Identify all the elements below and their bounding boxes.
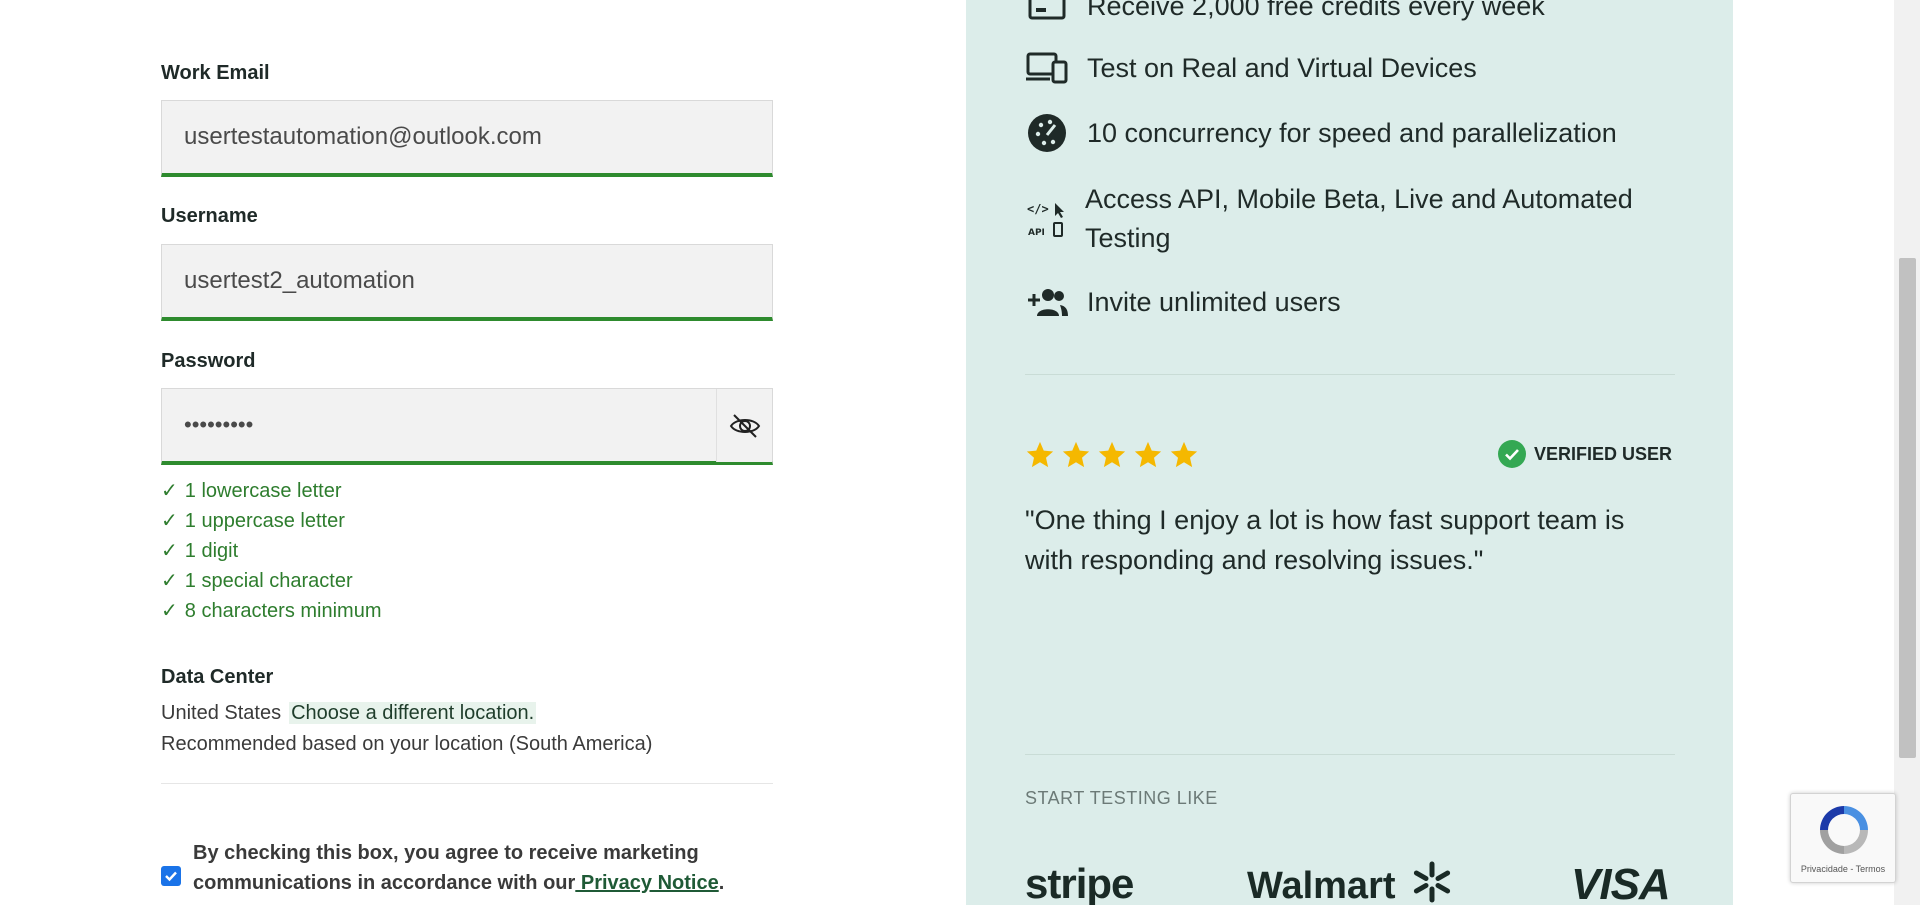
add-users-icon: [1025, 282, 1069, 322]
check-icon: ✓: [161, 540, 178, 562]
testimonial-quote: "One thing I enjoy a lot is how fast sup…: [1025, 505, 1625, 575]
toggle-password-visibility-button[interactable]: [716, 389, 772, 462]
credits-icon: [1025, 0, 1069, 26]
check-icon: ✓: [161, 510, 178, 532]
api-automation-icon: </> API: [1025, 180, 1069, 260]
scrollbar-thumb[interactable]: [1899, 258, 1916, 758]
email-field[interactable]: usertestautomation@outlook.com: [161, 100, 773, 177]
star-icon: [1170, 441, 1198, 468]
rule-item: ✓ 1 special character: [161, 570, 353, 592]
start-testing-label: START TESTING LIKE: [1025, 788, 1218, 808]
data-center-recommendation: Recommended based on your location (Sout…: [161, 733, 653, 755]
choose-location-link[interactable]: Choose a different location.: [289, 702, 537, 724]
recaptcha-footer[interactable]: Privacidade - Termos: [1791, 864, 1895, 874]
marketing-consent-checkbox[interactable]: [161, 866, 181, 886]
password-value: •••••••••: [184, 412, 254, 437]
benefit-item: </> API Access API, Mobile Beta, Live and…: [1025, 180, 1665, 260]
svg-text:</>: </>: [1027, 202, 1049, 216]
visa-logo: VISA: [1571, 860, 1671, 905]
benefit-item: Test on Real and Virtual Devices: [1025, 48, 1477, 88]
panel-divider: [1025, 754, 1675, 755]
recaptcha-icon: [1820, 806, 1868, 854]
username-value: usertest2_automation: [184, 267, 415, 294]
rule-item: ✓ 8 characters minimum: [161, 600, 382, 622]
eye-off-icon: [729, 413, 760, 438]
star-icon: [1026, 441, 1054, 468]
page-scrollbar[interactable]: [1894, 0, 1920, 905]
speedometer-icon: [1025, 113, 1069, 153]
username-label: Username: [161, 205, 258, 227]
username-field[interactable]: usertest2_automation: [161, 244, 773, 321]
rule-item: ✓ 1 lowercase letter: [161, 480, 342, 502]
data-center-location-row: United States Choose a different location…: [161, 702, 537, 725]
devices-icon: [1025, 48, 1069, 88]
password-field[interactable]: •••••••••: [161, 388, 773, 465]
star-icon: [1134, 441, 1162, 468]
panel-divider: [1025, 374, 1675, 375]
benefit-item: Invite unlimited users: [1025, 282, 1341, 322]
marketing-consent: By checking this box, you agree to recei…: [161, 838, 801, 898]
rule-item: ✓ 1 uppercase letter: [161, 510, 345, 532]
privacy-notice-link[interactable]: Privacy Notice: [575, 872, 719, 894]
password-label: Password: [161, 350, 256, 372]
password-rules: ✓ 1 lowercase letter ✓ 1 uppercase letter …: [161, 476, 381, 626]
benefits-panel: Receive 2,000 free credits every week Te…: [966, 0, 1733, 905]
check-icon: ✓: [161, 600, 178, 622]
consent-text: By checking this box, you agree to recei…: [193, 842, 725, 894]
email-label: Work Email: [161, 62, 270, 84]
email-value: usertestautomation@outlook.com: [184, 123, 542, 150]
walmart-spark-icon: [1413, 861, 1451, 903]
verified-user-badge: VERIFIED USER: [1497, 440, 1672, 468]
walmart-logo: Walmart: [1247, 860, 1454, 905]
benefit-item: Receive 2,000 free credits every week: [1025, 0, 1545, 26]
data-center-title: Data Center: [161, 666, 274, 688]
check-icon: ✓: [161, 570, 178, 592]
recaptcha-badge[interactable]: Privacidade - Termos: [1790, 793, 1896, 883]
checkmark-icon: [165, 871, 177, 882]
stripe-logo: stripe: [1025, 860, 1134, 905]
star-icon: [1098, 441, 1126, 468]
star-icon: [1062, 441, 1090, 468]
data-center-location: United States: [161, 702, 282, 724]
rule-item: ✓ 1 digit: [161, 540, 239, 562]
svg-text:API: API: [1028, 228, 1045, 238]
verified-check-icon: [1497, 440, 1526, 468]
check-icon: ✓: [161, 480, 178, 502]
benefit-item: 10 concurrency for speed and paralleliza…: [1025, 113, 1617, 153]
rating-stars: [1025, 440, 1199, 470]
form-divider: [161, 783, 773, 784]
signup-page: Work Email usertestautomation@outlook.co…: [0, 0, 1920, 905]
